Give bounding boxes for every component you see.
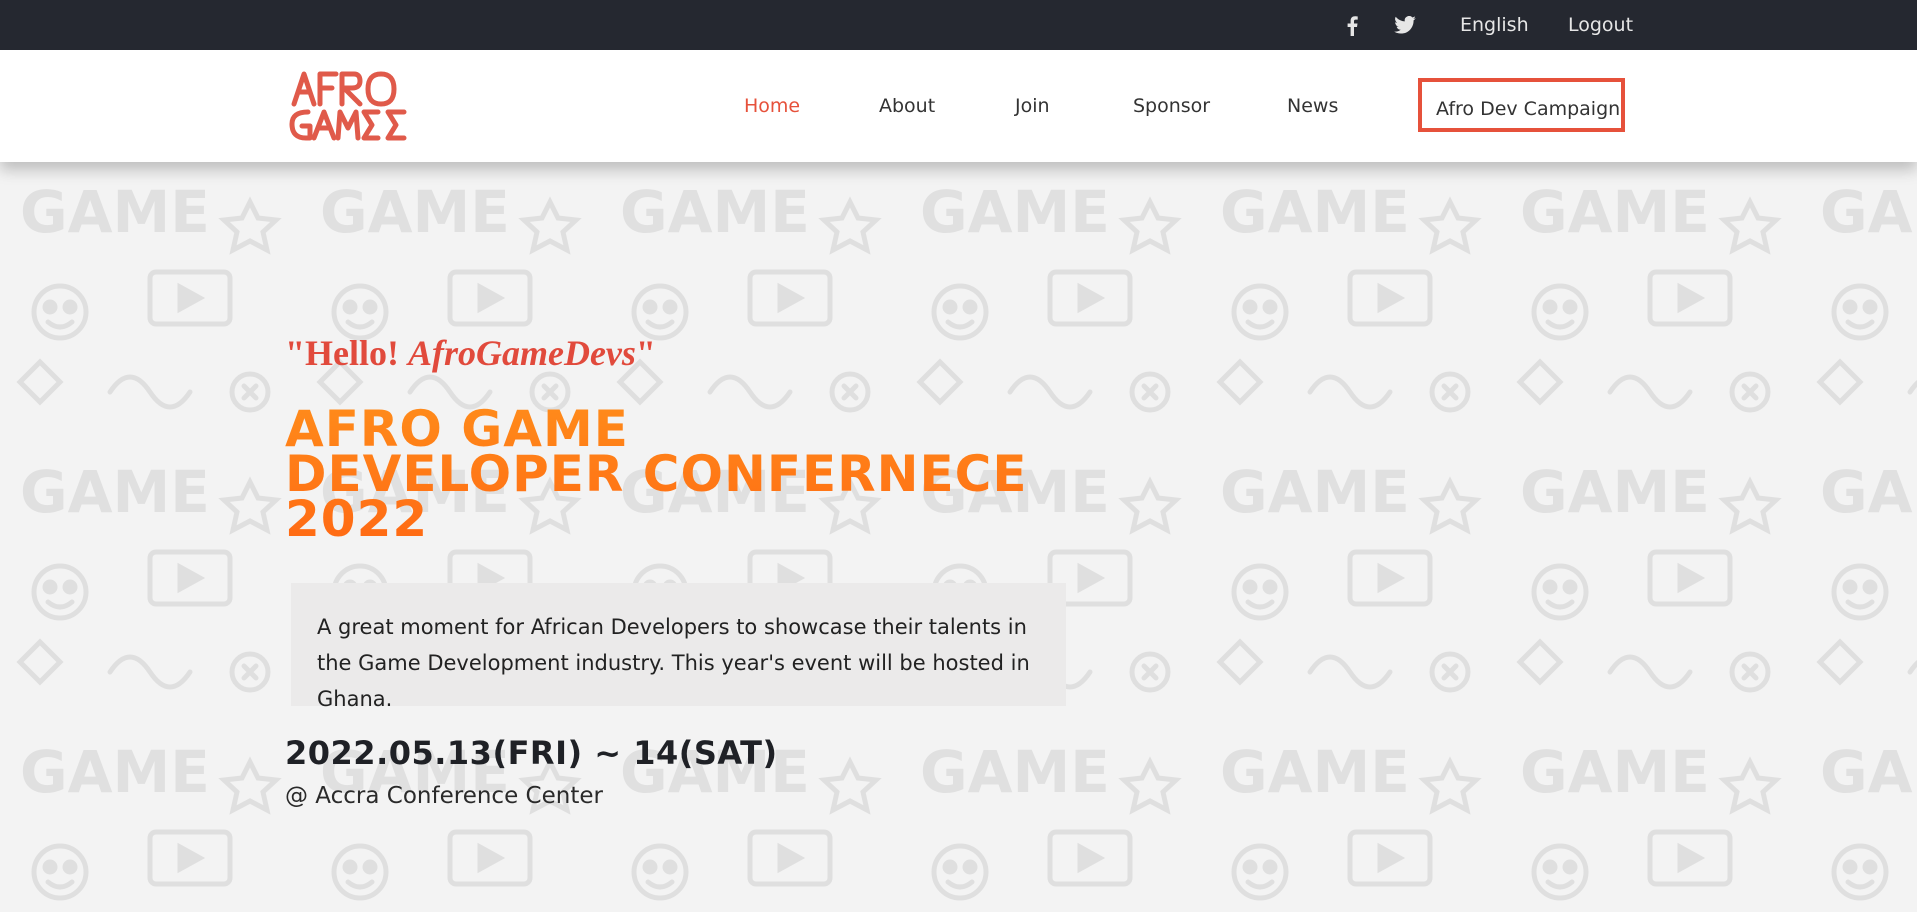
- nav-join[interactable]: Join: [1015, 50, 1050, 162]
- nav-home[interactable]: Home: [744, 50, 800, 162]
- hero-greeting: "Hello! AfroGameDevs": [285, 332, 656, 374]
- logout-link[interactable]: Logout: [1568, 0, 1633, 50]
- nav-about[interactable]: About: [879, 50, 935, 162]
- language-selector[interactable]: English: [1460, 0, 1529, 50]
- greeting-name: AfroGameDevs: [407, 333, 636, 373]
- event-description: A great moment for African Developers to…: [291, 583, 1066, 711]
- greeting-prefix: "Hello!: [285, 333, 408, 373]
- nav-sponsor[interactable]: Sponsor: [1133, 50, 1210, 162]
- event-date: 2022.05.13(FRI) ~ 14(SAT): [285, 734, 778, 772]
- greeting-suffix: ": [635, 333, 656, 373]
- nav-afro-dev-campaign-button[interactable]: Afro Dev Campaign: [1418, 78, 1625, 132]
- conference-title: AFRO GAME DEVELOPER CONFERNECE 2022: [285, 407, 1065, 542]
- facebook-icon[interactable]: [1338, 0, 1358, 50]
- hero-section: GAME "Hello! AfroGameDevs": [0, 162, 1917, 912]
- main-header: Home About Join Sponsor News Afro Dev Ca…: [0, 50, 1917, 162]
- nav-news[interactable]: News: [1287, 50, 1338, 162]
- event-venue: @ Accra Conference Center: [285, 783, 603, 809]
- twitter-icon[interactable]: [1394, 0, 1418, 50]
- top-bar: English Logout: [0, 0, 1917, 50]
- title-line-3: 2022: [285, 490, 429, 548]
- afro-games-logo[interactable]: [288, 68, 414, 144]
